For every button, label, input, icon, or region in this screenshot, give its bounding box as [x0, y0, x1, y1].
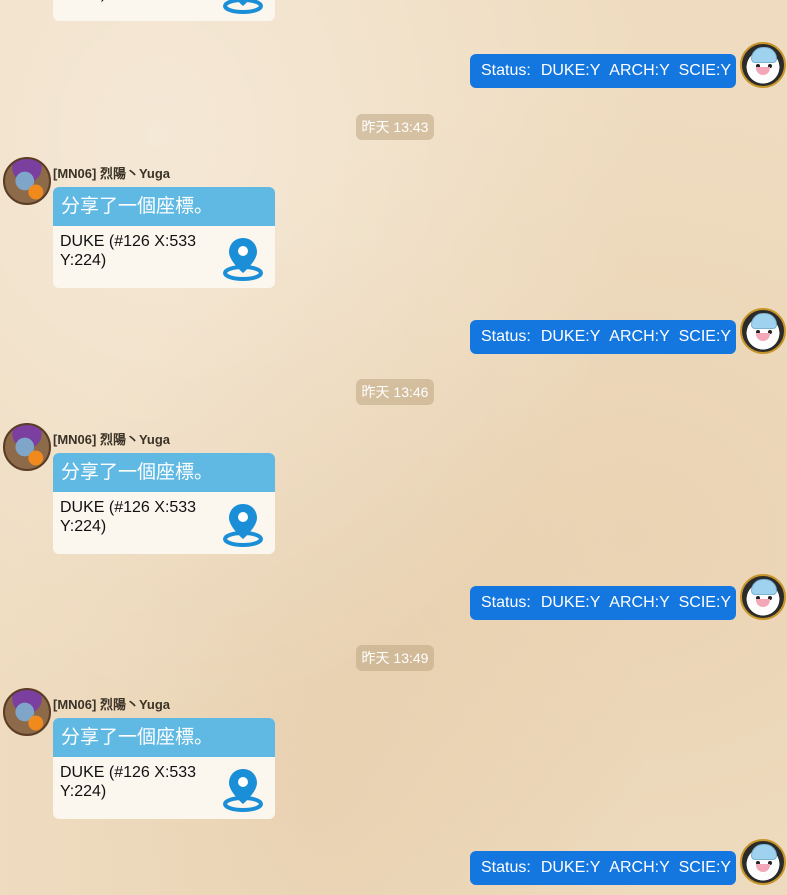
own-message: Status: DUKE:Y ARCH:Y SCIE:Y [457, 42, 787, 92]
location-header: 分享了一個座標。 [53, 187, 275, 226]
avatar[interactable] [740, 42, 786, 88]
timestamp-separator: 昨天 13:49 [356, 645, 434, 671]
own-message: Status: DUKE:Y ARCH:Y SCIE:Y [457, 574, 787, 624]
map-pin-icon[interactable] [220, 501, 266, 547]
location-header: 分享了一個座標。 [53, 453, 275, 492]
sender-avatar[interactable] [3, 688, 51, 736]
sender-name: [MN06] 烈陽丶Yuga [53, 697, 171, 712]
sender-name: [MN06] 烈陽丶Yuga [53, 432, 171, 447]
own-message: Status: DUKE:Y ARCH:Y SCIE:Y [457, 308, 787, 358]
avatar[interactable] [740, 574, 786, 620]
map-pin-icon[interactable] [220, 0, 266, 14]
incoming-message: [MN06] 烈陽丶Yuga 分享了一個座標。 DUKE (#126 X:533… [0, 423, 300, 558]
sender-avatar[interactable] [3, 157, 51, 205]
location-header: 分享了一個座標。 [53, 718, 275, 757]
status-bubble[interactable]: Status: DUKE:Y ARCH:Y SCIE:Y [470, 851, 736, 885]
status-bubble[interactable]: Status: DUKE:Y ARCH:Y SCIE:Y [470, 586, 736, 620]
location-card[interactable]: 分享了一個座標。 DUKE (#126 X:533 Y:224) [53, 453, 275, 554]
map-pin-icon[interactable] [220, 766, 266, 812]
location-card-partial[interactable]: 分享了一個座標。 DUKE (#126 X:533 Y:224) [53, 0, 275, 21]
sender-name: [MN06] 烈陽丶Yuga [53, 166, 171, 181]
timestamp-separator: 昨天 13:43 [356, 114, 434, 140]
location-card[interactable]: 分享了一個座標。 DUKE (#126 X:533 Y:224) [53, 718, 275, 819]
own-message: Status: DUKE:Y ARCH:Y SCIE:Y [457, 839, 787, 889]
location-coordinates: DUKE (#126 X:533 Y:224) [60, 764, 197, 800]
avatar[interactable] [740, 839, 786, 885]
timestamp-separator: 昨天 13:46 [356, 379, 434, 405]
sender-avatar[interactable] [3, 423, 51, 471]
location-coordinates: DUKE (#126 X:533 Y:224) [60, 233, 197, 269]
avatar[interactable] [740, 308, 786, 354]
status-bubble[interactable]: Status: DUKE:Y ARCH:Y SCIE:Y [470, 54, 736, 88]
location-coordinates: DUKE (#126 X:533 Y:224) [53, 0, 203, 3]
incoming-message: [MN06] 烈陽丶Yuga 分享了一個座標。 DUKE (#126 X:533… [0, 157, 300, 292]
status-bubble[interactable]: Status: DUKE:Y ARCH:Y SCIE:Y [470, 320, 736, 354]
location-card[interactable]: 分享了一個座標。 DUKE (#126 X:533 Y:224) [53, 187, 275, 288]
chat-log: 分享了一個座標。 DUKE (#126 X:533 Y:224) Status:… [0, 0, 787, 895]
map-pin-icon[interactable] [220, 235, 266, 281]
incoming-message: [MN06] 烈陽丶Yuga 分享了一個座標。 DUKE (#126 X:533… [0, 688, 300, 823]
location-coordinates: DUKE (#126 X:533 Y:224) [60, 499, 197, 535]
